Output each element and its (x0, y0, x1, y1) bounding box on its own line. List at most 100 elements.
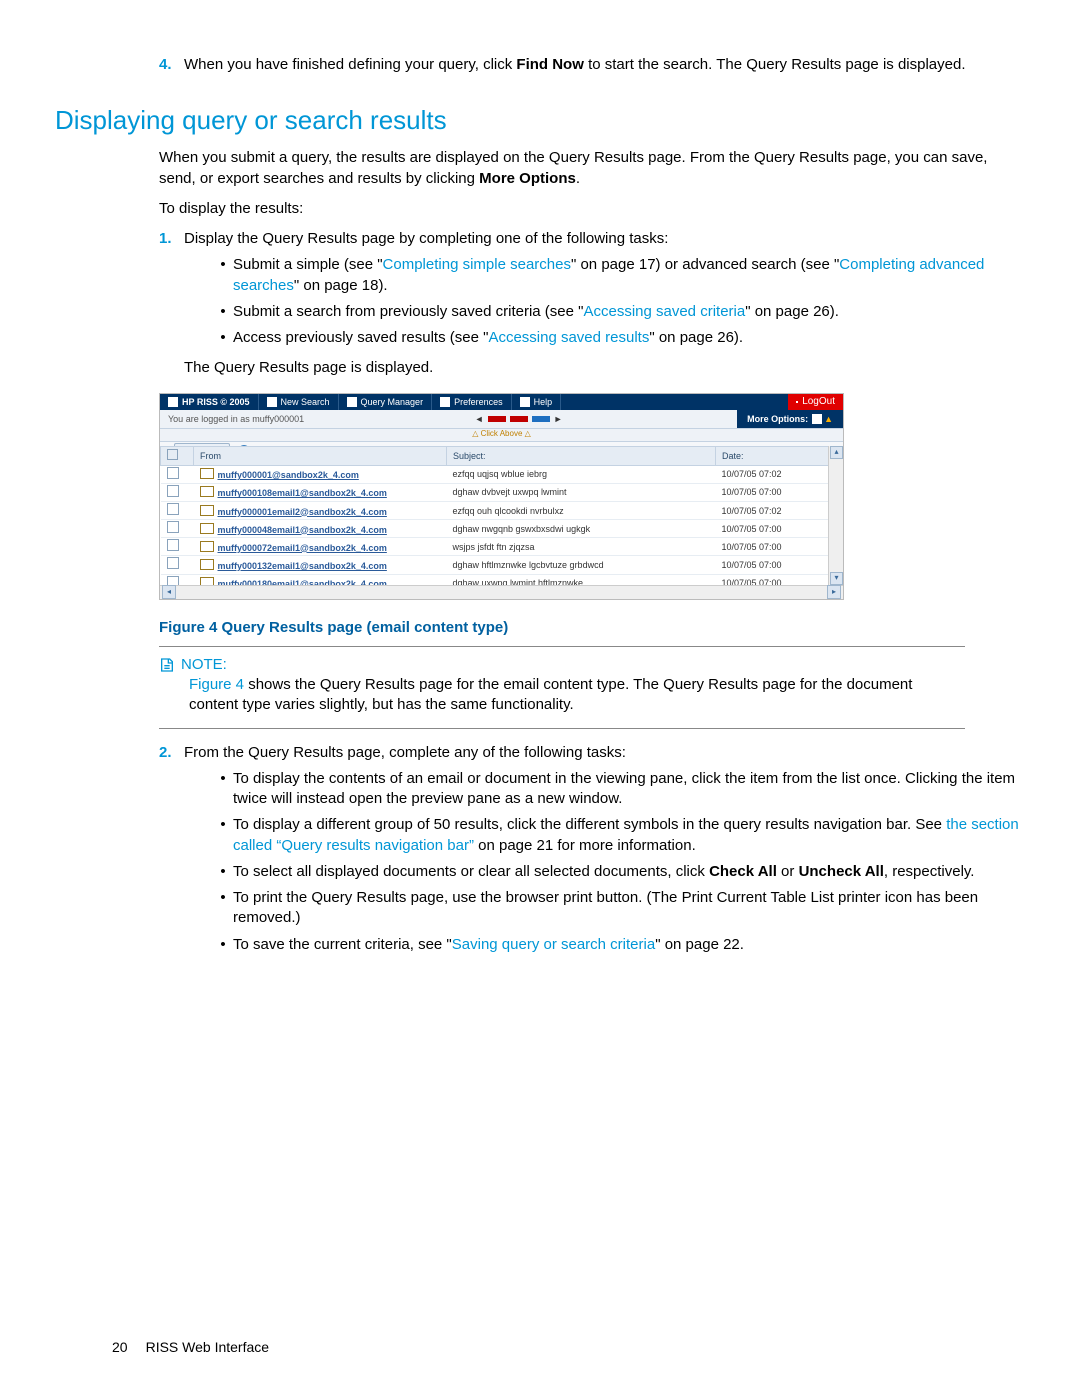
row-date: 10/07/05 07:02 (716, 465, 829, 483)
row-from[interactable]: muffy000108email1@sandbox2k_4.com (194, 483, 447, 501)
results-table: From Subject: Date: muffy000001@sandbox2… (160, 446, 829, 585)
table-row[interactable]: muffy000180email1@sandbox2k_4.comdghaw u… (161, 574, 829, 585)
click-above-label: △ Click Above △ (160, 429, 843, 442)
more-options-button[interactable]: More Options:▲ (737, 410, 843, 428)
row-checkbox[interactable] (161, 465, 194, 483)
bullet-save-criteria: To save the current criteria, see "Savin… (213, 935, 1025, 955)
step-1: 1. Display the Query Results page by com… (159, 229, 1025, 249)
row-from[interactable]: muffy000001@sandbox2k_4.com (194, 465, 447, 483)
row-checkbox[interactable] (161, 520, 194, 538)
step-number: 1. (159, 229, 184, 249)
scroll-left-icon[interactable]: ◂ (162, 585, 176, 599)
results-displayed: The Query Results page is displayed. (184, 358, 1025, 378)
hp-brand: HP RISS © 2005 (160, 394, 259, 410)
row-checkbox[interactable] (161, 502, 194, 520)
bullet-print: To print the Query Results page, use the… (213, 888, 1025, 929)
square-icon (440, 397, 450, 407)
row-from[interactable]: muffy000072email1@sandbox2k_4.com (194, 538, 447, 556)
bullet-view-item: To display the contents of an email or d… (213, 769, 1025, 810)
note-rule-top (159, 646, 965, 647)
bullet-icon (213, 302, 233, 322)
nav-preferences[interactable]: Preferences (432, 394, 512, 410)
table-row[interactable]: muffy000108email1@sandbox2k_4.comdghaw d… (161, 483, 829, 501)
row-from[interactable]: muffy000180email1@sandbox2k_4.com (194, 574, 447, 585)
table-row[interactable]: muffy000072email1@sandbox2k_4.comwsjps j… (161, 538, 829, 556)
note-heading: NOTE: (159, 655, 965, 675)
row-from[interactable]: muffy000048email1@sandbox2k_4.com (194, 520, 447, 538)
results-table-wrap: From Subject: Date: muffy000001@sandbox2… (160, 446, 829, 585)
row-subject: dghaw dvbvejt uxwpq lwmint (447, 483, 716, 501)
scroll-right-icon[interactable]: ▸ (827, 585, 841, 599)
table-row[interactable]: muffy000001email2@sandbox2k_4.comezfqq o… (161, 502, 829, 520)
row-date: 10/07/05 07:00 (716, 520, 829, 538)
col-date[interactable]: Date: (716, 446, 829, 465)
square-icon (347, 397, 357, 407)
bullet-saved-criteria: Submit a search from previously saved cr… (213, 302, 1025, 322)
envelope-icon (200, 577, 214, 585)
note-rule-bottom (159, 728, 965, 729)
link-saved-criteria[interactable]: Accessing saved criteria (583, 303, 745, 320)
bullet-icon (213, 328, 233, 348)
col-subject[interactable]: Subject: (447, 446, 716, 465)
row-checkbox[interactable] (161, 556, 194, 574)
chevron-up-icon: ▲ (824, 413, 833, 425)
row-from[interactable]: muffy000132email1@sandbox2k_4.com (194, 556, 447, 574)
table-row[interactable]: muffy000001@sandbox2k_4.comezfqq uqjsq w… (161, 465, 829, 483)
envelope-icon (200, 505, 214, 516)
row-subject: ezfqq ouh qlcookdi nvrbulxz (447, 502, 716, 520)
bullet-icon (213, 935, 233, 955)
link-simple-searches[interactable]: Completing simple searches (383, 256, 571, 273)
col-checkbox[interactable] (161, 446, 194, 465)
row-checkbox[interactable] (161, 574, 194, 585)
bullet-icon (213, 255, 233, 296)
logout-button[interactable]: LogOut (788, 394, 843, 410)
row-date: 10/07/05 07:00 (716, 538, 829, 556)
square-icon (812, 414, 822, 424)
bullet-nav-bar: To display a different group of 50 resul… (213, 815, 1025, 856)
step-text: When you have finished defining your que… (184, 55, 966, 75)
nav-new-search[interactable]: New Search (259, 394, 339, 410)
row-from[interactable]: muffy000001email2@sandbox2k_4.com (194, 502, 447, 520)
row-date: 10/07/05 07:02 (716, 502, 829, 520)
bullet-icon (213, 769, 233, 810)
to-display: To display the results: (159, 199, 1025, 219)
section-heading: Displaying query or search results (55, 103, 1025, 138)
nav-query-manager[interactable]: Query Manager (339, 394, 433, 410)
triangle-icon: △ (472, 429, 478, 440)
link-saved-results[interactable]: Accessing saved results (488, 329, 649, 346)
table-row[interactable]: muffy000132email1@sandbox2k_4.comdghaw h… (161, 556, 829, 574)
step-number: 2. (159, 743, 184, 763)
triangle-icon: △ (525, 429, 531, 440)
envelope-icon (200, 468, 214, 479)
horizontal-scrollbar[interactable]: ◂ ▸ (160, 585, 843, 599)
row-date: 10/07/05 07:00 (716, 483, 829, 501)
row-date: 10/07/05 07:00 (716, 574, 829, 585)
row-date: 10/07/05 07:00 (716, 556, 829, 574)
col-from[interactable]: From (194, 446, 447, 465)
envelope-icon (200, 541, 214, 552)
vertical-scrollbar[interactable]: ▴ ▾ (828, 446, 843, 585)
row-checkbox[interactable] (161, 538, 194, 556)
row-subject: dghaw hftlmznwke lgcbvtuze grbdwcd (447, 556, 716, 574)
step1-bullets: Submit a simple (see "Completing simple … (213, 255, 1025, 348)
footer-title: RISS Web Interface (146, 1339, 269, 1355)
step-text: Display the Query Results page by comple… (184, 229, 668, 249)
table-row[interactable]: muffy000048email1@sandbox2k_4.comdghaw n… (161, 520, 829, 538)
link-figure-4[interactable]: Figure 4 (189, 676, 244, 693)
row-subject: wsjps jsfdt ftn zjqzsa (447, 538, 716, 556)
bullet-saved-results: Access previously saved results (see "Ac… (213, 328, 1025, 348)
row-subject: ezfqq uqjsq wblue iebrg (447, 465, 716, 483)
row-subject: dghaw uxwpq lwmint hftlmznwke (447, 574, 716, 585)
nav-help[interactable]: Help (512, 394, 562, 410)
square-icon (267, 397, 277, 407)
square-icon (520, 397, 530, 407)
screenshot-query-results: HP RISS © 2005 New Search Query Manager … (159, 393, 844, 600)
scroll-down-icon[interactable]: ▾ (830, 572, 843, 585)
figure-caption: Figure 4 Query Results page (email conte… (159, 618, 1025, 638)
bullet-icon (213, 862, 233, 882)
scroll-up-icon[interactable]: ▴ (830, 446, 843, 459)
intro-paragraph: When you submit a query, the results are… (159, 148, 1025, 189)
bullet-check-uncheck: To select all displayed documents or cle… (213, 862, 1025, 882)
row-checkbox[interactable] (161, 483, 194, 501)
link-saving-criteria[interactable]: Saving query or search criteria (452, 936, 655, 953)
